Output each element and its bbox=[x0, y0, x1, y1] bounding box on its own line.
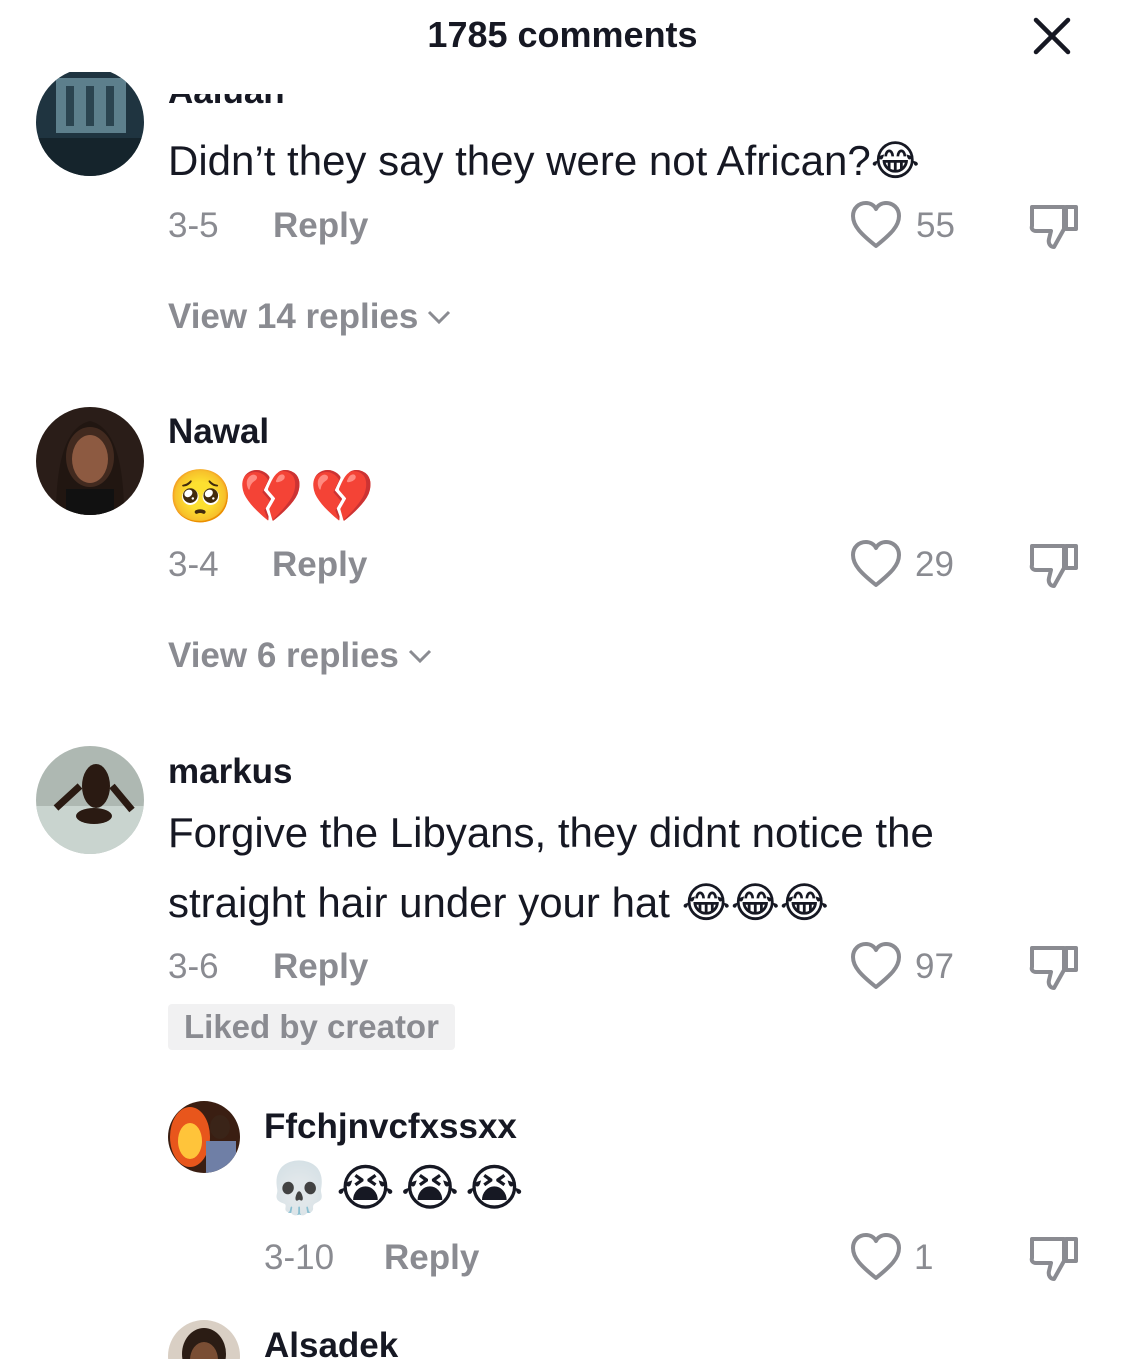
reply-username[interactable]: Alsadek bbox=[264, 1326, 398, 1359]
emoji: 💀 bbox=[268, 1160, 331, 1216]
avatar[interactable] bbox=[36, 68, 144, 176]
emoji: 😭 bbox=[465, 1160, 524, 1216]
like-count: 1 bbox=[914, 1238, 934, 1277]
reply-emojis: 💀 😭 😭 😭 bbox=[268, 1159, 524, 1218]
like-count: 55 bbox=[916, 206, 955, 245]
thumbs-down-icon[interactable] bbox=[1028, 538, 1080, 590]
like-count: 29 bbox=[915, 545, 954, 584]
thumbs-down-icon[interactable] bbox=[1028, 199, 1080, 251]
emoji: 😭 bbox=[336, 1160, 395, 1216]
comment-text-line-2: straight hair under your hat 😂😂😂 bbox=[168, 868, 829, 938]
heart-icon[interactable] bbox=[849, 941, 903, 991]
comment-date: 3-5 bbox=[168, 206, 219, 245]
comment-item: markus Forgive the Libyans, they didnt n… bbox=[0, 740, 1125, 1060]
thumbs-down-icon[interactable] bbox=[1028, 940, 1080, 992]
avatar[interactable] bbox=[36, 407, 144, 515]
avatar[interactable] bbox=[168, 1320, 240, 1359]
comments-count-title: 1785 comments bbox=[427, 14, 698, 55]
comment-username[interactable]: Nawal bbox=[168, 412, 269, 452]
thumbs-down-icon[interactable] bbox=[1028, 1231, 1080, 1283]
like-count: 97 bbox=[915, 947, 954, 986]
heart-icon[interactable] bbox=[849, 200, 903, 250]
emoji: 😂 bbox=[870, 137, 920, 184]
comment-emojis: 🥺 💔 💔 bbox=[168, 466, 374, 527]
reply-item: Alsadek bbox=[0, 1318, 1125, 1359]
heart-icon[interactable] bbox=[849, 539, 903, 589]
comment-item: Nawal 🥺 💔 💔 3-4 Reply 29 View 6 replies bbox=[0, 400, 1125, 700]
reply-username[interactable]: Ffchjnvcfxssxx bbox=[264, 1107, 517, 1147]
reply-button[interactable]: Reply bbox=[272, 545, 367, 585]
comment-text-content: straight hair under your hat bbox=[168, 879, 670, 926]
emoji: 😂 bbox=[730, 879, 780, 926]
emoji: 🥺 bbox=[168, 468, 233, 526]
heart-icon[interactable] bbox=[849, 1232, 903, 1282]
chevron-down-icon bbox=[428, 310, 451, 325]
comment-text-line-1: Forgive the Libyans, they didnt notice t… bbox=[168, 809, 934, 856]
comment-username[interactable]: Aaluan bbox=[168, 94, 285, 112]
emoji: 💔 bbox=[309, 468, 375, 526]
comment-date: 3-4 bbox=[168, 545, 219, 584]
emoji: 💔 bbox=[238, 468, 304, 526]
emoji: 😭 bbox=[400, 1160, 460, 1216]
close-icon[interactable] bbox=[1032, 16, 1072, 56]
reply-button[interactable]: Reply bbox=[273, 206, 368, 246]
comment-date: 3-6 bbox=[168, 947, 219, 986]
avatar[interactable] bbox=[168, 1101, 240, 1173]
reply-item: Ffchjnvcfxssxx 💀 😭 😭 😭 3-10 Reply 1 bbox=[0, 1095, 1125, 1305]
comment-text: Didn’t they say they were not African?😂 bbox=[168, 126, 920, 196]
comments-header: 1785 comments bbox=[0, 0, 1125, 72]
comment-text-content: Didn’t they say they were not African? bbox=[168, 137, 871, 184]
view-replies-button[interactable]: View 14 replies bbox=[168, 297, 452, 337]
view-replies-button[interactable]: View 6 replies bbox=[168, 636, 433, 676]
reply-date: 3-10 bbox=[264, 1238, 335, 1277]
view-replies-label: View 14 replies bbox=[168, 297, 419, 336]
view-replies-label: View 6 replies bbox=[168, 636, 399, 675]
chevron-down-icon bbox=[408, 649, 431, 664]
reply-button[interactable]: Reply bbox=[273, 947, 368, 987]
comment-username[interactable]: markus bbox=[168, 752, 293, 792]
emoji: 😂 bbox=[681, 879, 731, 926]
reply-button[interactable]: Reply bbox=[384, 1238, 479, 1278]
avatar[interactable] bbox=[36, 746, 144, 854]
emoji: 😂 bbox=[779, 879, 829, 926]
liked-by-creator-badge: Liked by creator bbox=[168, 1004, 455, 1050]
